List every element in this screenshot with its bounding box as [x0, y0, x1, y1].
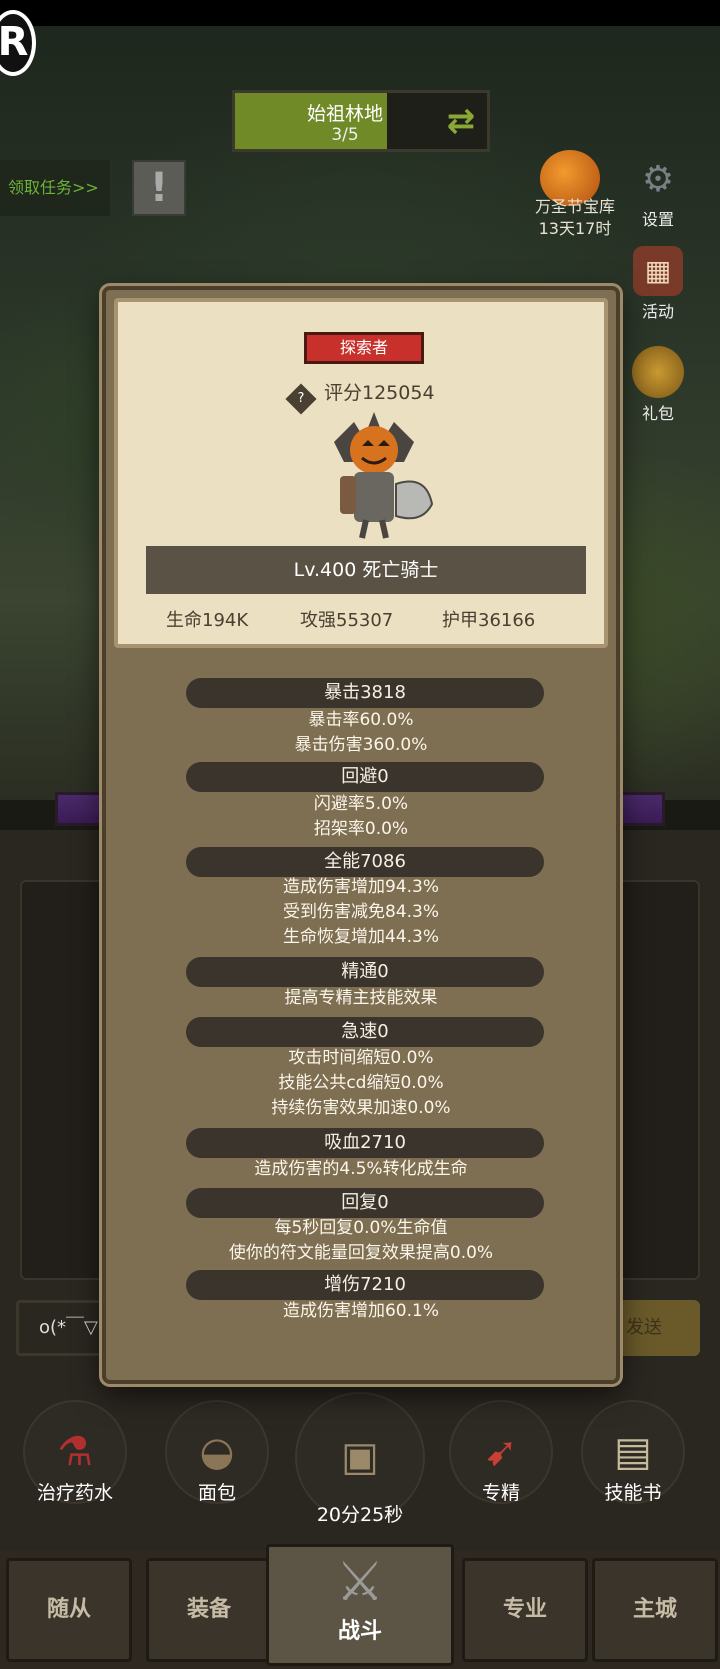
section-critical: 暴击3818: [186, 678, 544, 708]
map-name: 始祖林地: [306, 103, 383, 125]
nav-equipment[interactable]: 装备: [146, 1558, 272, 1662]
stat-line: 攻击时间缩短0.0%: [288, 1048, 434, 1068]
gift-label: 礼包: [641, 404, 674, 423]
event-timer: 13天17时: [538, 219, 612, 238]
slot-chest[interactable]: ▣ 20分25秒: [282, 1392, 438, 1527]
section-leech: 吸血2710: [186, 1128, 544, 1158]
section-damage-bonus: 增伤7210: [186, 1270, 544, 1300]
stat-line: 闪避率5.0%: [313, 794, 409, 814]
slot-label: 面包: [197, 1482, 236, 1504]
event-vault[interactable]: 万圣节宝库 13天17时: [510, 196, 640, 240]
death-knight-portrait: [334, 412, 434, 539]
nav-battle[interactable]: ⚔ 战斗: [266, 1544, 454, 1666]
section-regen: 回复0: [186, 1188, 544, 1218]
score-value: 评分125054: [324, 382, 435, 404]
map-progress: 3/5: [331, 125, 359, 145]
stat-line: 技能公共cd缩短0.0%: [278, 1073, 444, 1093]
nav-profession[interactable]: 专业: [462, 1558, 588, 1662]
section-versatility: 全能7086: [186, 847, 544, 877]
stat-line: 招架率0.0%: [313, 819, 409, 839]
nav-battle-label: 战斗: [337, 1619, 382, 1644]
alert-button[interactable]: !: [132, 160, 186, 216]
nav-followers[interactable]: 随从: [6, 1558, 132, 1662]
stat-line: 每5秒回复0.0%生命值: [274, 1218, 448, 1238]
attack-stat: 攻强55307: [300, 610, 394, 631]
slot-skill-book[interactable]: ▤ 技能书: [578, 1400, 688, 1505]
hp-stat: 生命194K: [166, 610, 249, 631]
slot-label: 技能书: [604, 1482, 662, 1504]
settings-button[interactable]: ⚙ 设置: [626, 150, 690, 230]
activity-button[interactable]: ▦ 活动: [626, 246, 690, 322]
slot-label: 治疗药水: [36, 1482, 113, 1504]
stat-line: 造成伤害增加94.3%: [282, 877, 439, 897]
slot-healing-potion[interactable]: ⚗ 治疗药水: [20, 1400, 130, 1505]
stat-line: 造成伤害增加60.1%: [282, 1301, 439, 1321]
chest-timer: 20分25秒: [316, 1504, 404, 1526]
slot-bread[interactable]: ◒ 面包: [162, 1400, 272, 1505]
send-button[interactable]: 发送: [618, 1300, 700, 1356]
settings-label: 设置: [641, 210, 674, 229]
event-title: 万圣节宝库: [534, 197, 615, 216]
section-avoidance: 回避0: [186, 762, 544, 792]
armor-stat: 护甲36166: [442, 610, 536, 631]
slot-specialization[interactable]: ➹ 专精: [446, 1400, 556, 1505]
section-mastery: 精通0: [186, 957, 544, 987]
section-haste: 急速0: [186, 1017, 544, 1047]
calendar-icon: ▦: [633, 246, 683, 296]
stat-line: 造成伤害的4.5%转化成生命: [254, 1159, 468, 1179]
stat-line: 暴击率60.0%: [308, 710, 414, 730]
bottom-nav: 随从 装备 ⚔ 战斗 专业 主城: [0, 1544, 720, 1669]
hero-card: 探索者 ? 评分125054 Lv.400 死亡骑士 生命194K 攻强55307…: [114, 298, 608, 648]
slot-label: 专精: [481, 1482, 520, 1504]
stat-line: 生命恢复增加44.3%: [282, 927, 439, 947]
activity-label: 活动: [641, 302, 674, 321]
stat-line: 受到伤害减免84.3%: [282, 902, 439, 922]
gift-icon: [632, 346, 684, 398]
crossed-swords-icon: ⚔: [335, 1550, 385, 1613]
rank-badge: 探索者: [304, 332, 424, 364]
map-banner[interactable]: 始祖林地 3/5 ⇄: [232, 90, 490, 152]
refresh-icon[interactable]: ⇄: [443, 103, 479, 139]
stat-line: 提高专精主技能效果: [284, 988, 438, 1008]
character-stats-dialog: 探索者 ? 评分125054 Lv.400 死亡骑士 生命194K 攻强55307…: [102, 286, 620, 1384]
nav-main-city[interactable]: 主城: [592, 1558, 718, 1662]
claim-quest-button[interactable]: 领取任务>>: [0, 160, 110, 216]
gift-button[interactable]: 礼包: [626, 346, 690, 424]
status-bar: [0, 0, 720, 26]
gear-icon: ⚙: [641, 159, 675, 200]
stat-line: 使你的符文能量回复效果提高0.0%: [228, 1243, 494, 1263]
hero-name: Lv.400 死亡骑士: [146, 546, 586, 594]
stat-line: 暴击伤害360.0%: [294, 735, 428, 755]
stat-line: 持续伤害效果加速0.0%: [271, 1098, 451, 1118]
